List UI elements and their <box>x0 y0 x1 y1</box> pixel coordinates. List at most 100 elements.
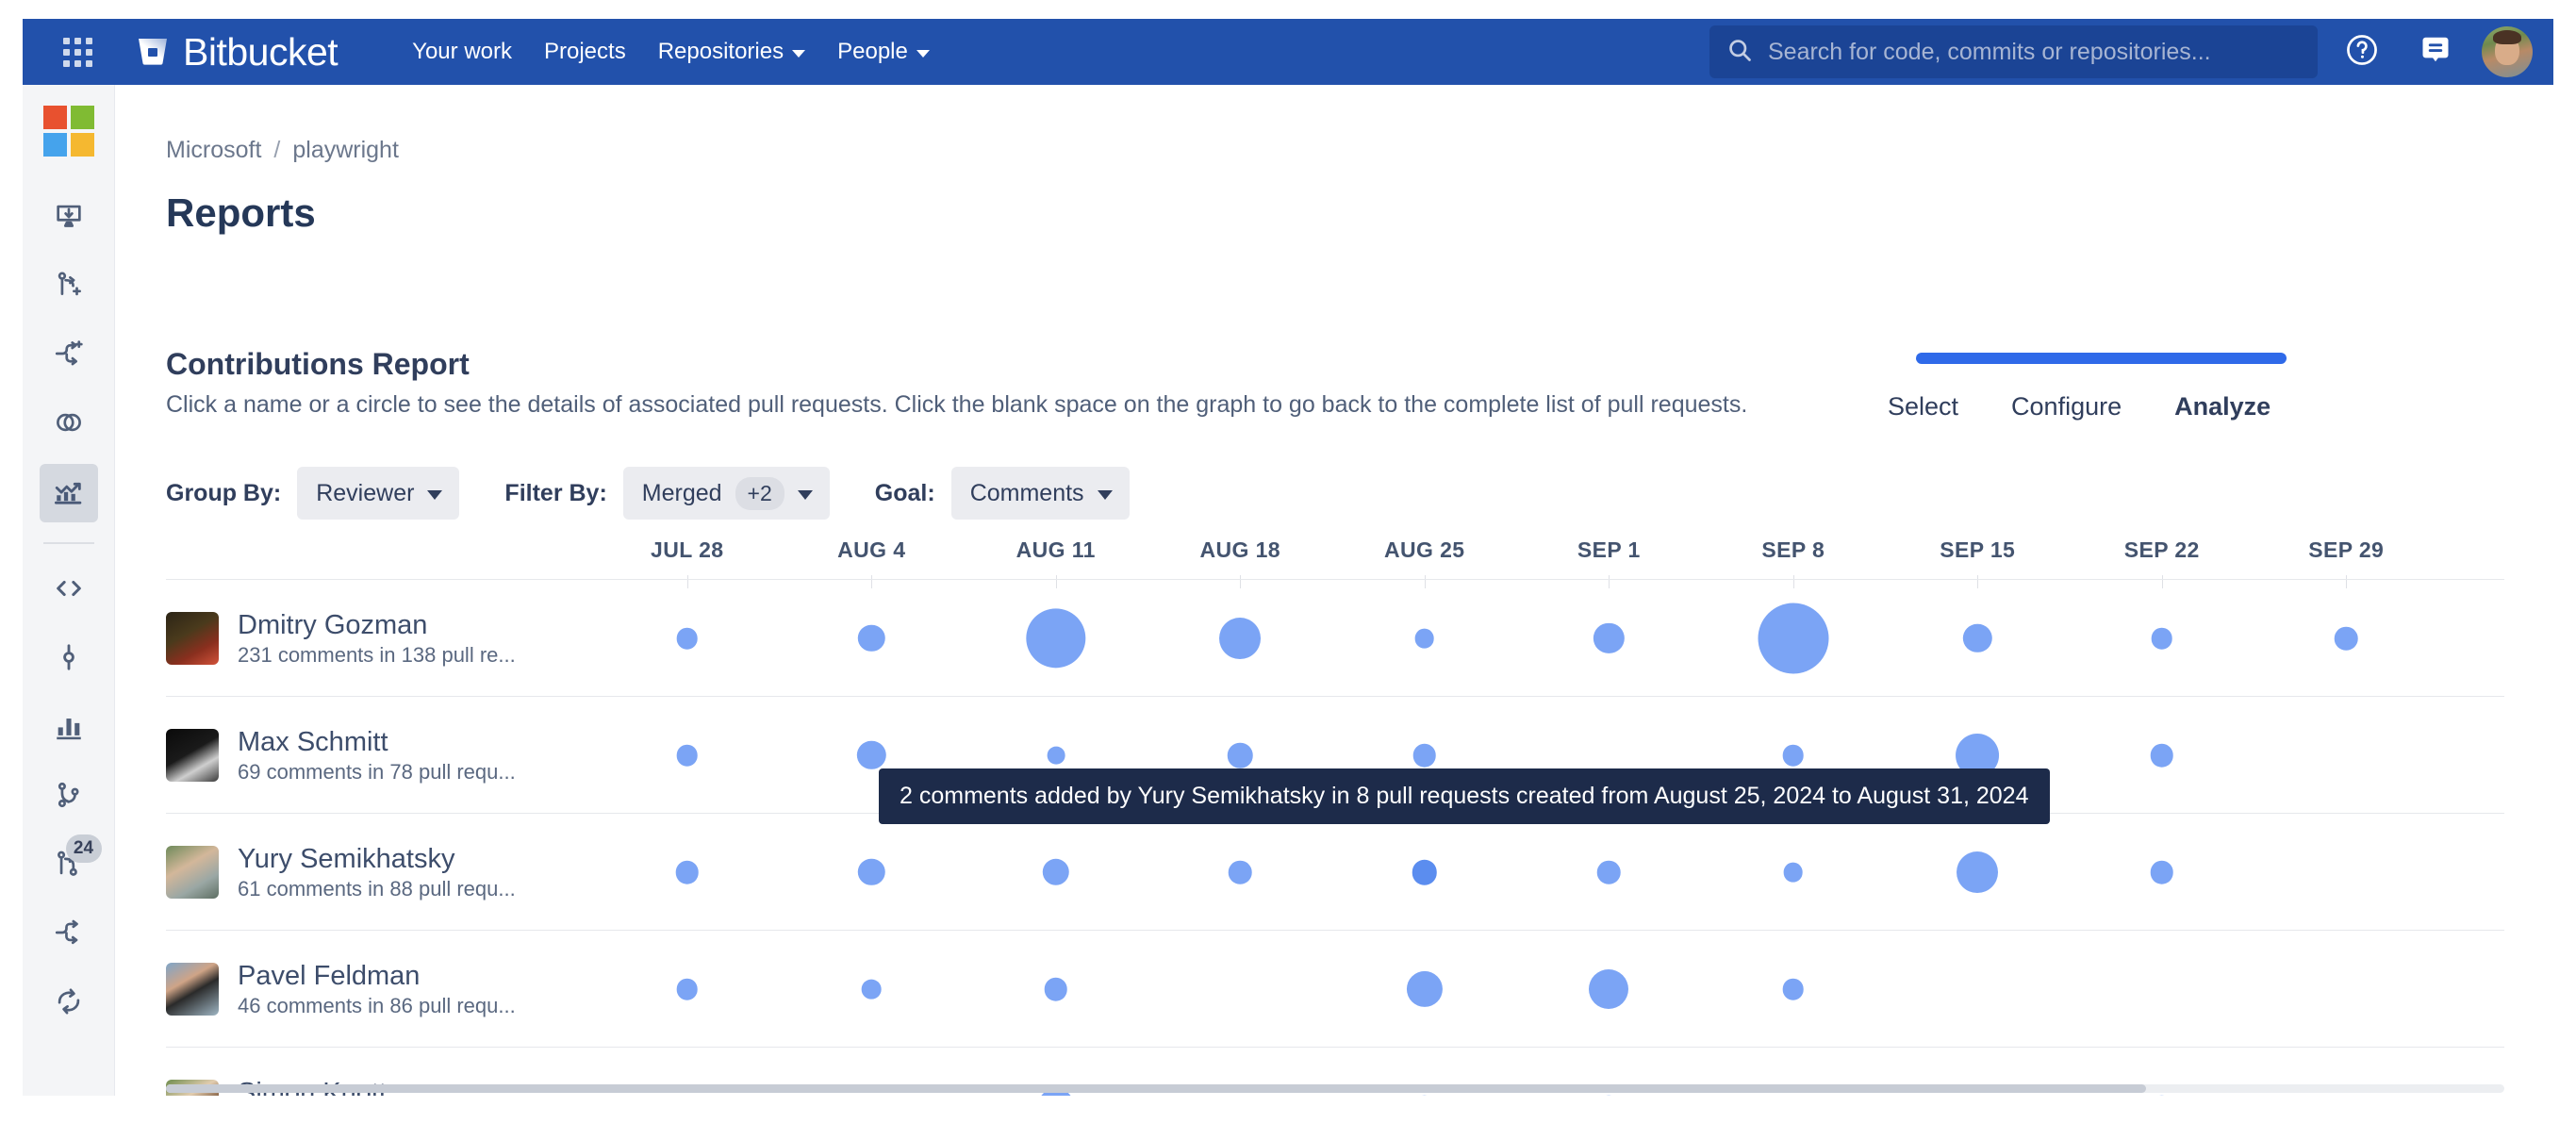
sidebar-item-branches[interactable] <box>40 768 98 826</box>
horizontal-scrollbar[interactable] <box>166 1084 2504 1093</box>
left-sidebar-rail: 24 <box>23 85 115 1096</box>
chart-bubble[interactable] <box>1228 860 1252 884</box>
contributor-row-label[interactable]: Yury Semikhatsky 61 comments in 88 pull r… <box>166 814 595 931</box>
breadcrumb-workspace[interactable]: Microsoft <box>166 137 261 164</box>
filter-by-dropdown[interactable]: Merged +2 <box>622 467 830 520</box>
chart-bubble[interactable] <box>676 744 699 767</box>
chart-bubble[interactable] <box>1228 742 1253 768</box>
x-axis-tick-label: SEP 1 <box>1577 537 1641 562</box>
group-by-dropdown[interactable]: Reviewer <box>297 467 460 520</box>
sidebar-item-reports[interactable] <box>39 464 98 522</box>
sidebar-item-source[interactable] <box>40 561 98 620</box>
chart-bubble[interactable] <box>1406 970 1443 1008</box>
stepper-progress-bar <box>1916 353 2287 364</box>
sidebar-item-pipelines[interactable] <box>40 974 98 1033</box>
contributor-name[interactable]: Pavel Feldman <box>238 961 516 992</box>
chart-bubble[interactable] <box>1758 603 1829 674</box>
filter-by-extra-count: +2 <box>735 476 784 510</box>
microsoft-logo-icon[interactable] <box>42 106 94 157</box>
group-by-label: Group By: <box>166 479 282 506</box>
chart-bubble[interactable] <box>1412 743 1437 768</box>
x-axis-tick-label: SEP 29 <box>2308 537 2385 562</box>
announcement-icon <box>2419 33 2452 72</box>
chart-bubble[interactable] <box>1589 968 1629 1010</box>
filter-by-label: Filter By: <box>504 479 607 506</box>
search-input[interactable]: Search for code, commits or repositories… <box>1709 25 2318 78</box>
filter-by-value: Merged <box>641 479 722 506</box>
chart-bubble[interactable] <box>1044 977 1068 1001</box>
breadcrumb: Microsoft / playwright <box>166 137 399 164</box>
nav-your-work[interactable]: Your work <box>396 28 528 75</box>
bitbucket-home-link[interactable]: Bitbucket <box>136 32 339 72</box>
contributor-row-label[interactable]: Pavel Feldman 46 comments in 86 pull requ… <box>166 931 595 1048</box>
clone-download-icon <box>53 200 85 237</box>
chart-bubble[interactable] <box>676 627 699 650</box>
contributor-summary: 69 comments in 78 pull requ... <box>238 759 516 784</box>
contributor-name[interactable]: Max Schmitt <box>238 727 516 758</box>
step-analyze[interactable]: Analyze <box>2174 392 2271 421</box>
chart-bubble[interactable] <box>1026 608 1086 669</box>
page-title: Reports <box>166 190 316 235</box>
breadcrumb-separator: / <box>273 137 281 163</box>
nav-projects[interactable]: Projects <box>528 28 642 75</box>
chart-bubble[interactable] <box>2334 626 2358 651</box>
goal-dropdown[interactable]: Comments <box>950 467 1130 520</box>
sidebar-item-insights[interactable] <box>40 699 98 757</box>
chart-bubble[interactable] <box>1963 623 1992 653</box>
contributor-name[interactable]: Yury Semikhatsky <box>238 844 516 875</box>
goal-label: Goal: <box>874 479 935 506</box>
notifications-button[interactable] <box>2406 23 2465 81</box>
contributor-row-label[interactable]: Dmitry Gozman 231 comments in 138 pull re… <box>166 580 595 697</box>
chart-bubble[interactable] <box>1042 858 1069 886</box>
breadcrumb-repository[interactable]: playwright <box>292 137 399 164</box>
chart-bubble[interactable] <box>1783 862 1804 883</box>
user-avatar[interactable] <box>2482 26 2533 77</box>
chart-bubble[interactable] <box>1219 618 1262 659</box>
nav-repositories[interactable]: Repositories <box>642 28 821 75</box>
sidebar-item-create-branch[interactable] <box>40 257 98 316</box>
chart-bubble[interactable] <box>2150 743 2174 768</box>
chart-bubble[interactable] <box>1782 744 1805 767</box>
chart-bubble[interactable] <box>2150 860 2174 884</box>
chart-x-axis: JUL 28 AUG 4 AUG 11 AUG 18 AUG 25 SEP 1 SEP 8 S… <box>166 537 2504 588</box>
chart-bubble[interactable] <box>1596 860 1621 884</box>
sidebar-item-merge[interactable] <box>40 905 98 964</box>
chart-bubble[interactable] <box>1593 622 1625 654</box>
chart-bubble[interactable] <box>861 979 882 1000</box>
chart-bubble[interactable] <box>1412 859 1437 885</box>
sidebar-item-pull-requests[interactable]: 24 <box>40 834 102 895</box>
help-button[interactable] <box>2333 23 2391 81</box>
sidebar-item-create-pull-request[interactable] <box>40 326 98 385</box>
app-switcher-button[interactable] <box>57 31 98 73</box>
compare-circles-icon <box>53 406 85 443</box>
chart-bubble[interactable] <box>857 740 886 770</box>
contributor-name[interactable]: Dmitry Gozman <box>238 610 516 641</box>
step-select[interactable]: Select <box>1888 392 1958 421</box>
chart-bubble[interactable] <box>675 860 700 884</box>
group-by-value: Reviewer <box>316 479 415 506</box>
chevron-down-icon <box>427 489 443 500</box>
chart-bubble[interactable] <box>1957 851 1999 893</box>
nav-people[interactable]: People <box>821 28 946 75</box>
bar-chart-icon <box>53 710 85 747</box>
x-axis-tick-label: AUG 18 <box>1199 537 1280 562</box>
chart-bubble[interactable] <box>2151 627 2173 650</box>
chart-bubble[interactable] <box>1047 746 1065 765</box>
contributor-avatar <box>166 612 219 665</box>
trend-chart-icon <box>53 475 85 512</box>
contributor-row-label[interactable]: Max Schmitt 69 comments in 78 pull requ..… <box>166 697 595 814</box>
chart-bubble[interactable] <box>676 978 699 1000</box>
sidebar-item-commits[interactable] <box>40 630 98 688</box>
chevron-down-icon <box>916 49 930 58</box>
chart-bubble[interactable] <box>1782 978 1805 1000</box>
chevron-down-icon <box>792 49 806 58</box>
step-configure[interactable]: Configure <box>2011 392 2122 421</box>
sidebar-item-clone[interactable] <box>40 189 98 247</box>
create-branch-icon <box>53 269 85 306</box>
chart-bubble[interactable] <box>1414 628 1435 649</box>
sidebar-item-compare[interactable] <box>40 395 98 454</box>
chevron-down-icon <box>1097 489 1113 500</box>
chart-bubble[interactable] <box>858 858 885 886</box>
chart-bubble[interactable] <box>858 624 885 653</box>
contributor-avatar <box>166 846 219 899</box>
